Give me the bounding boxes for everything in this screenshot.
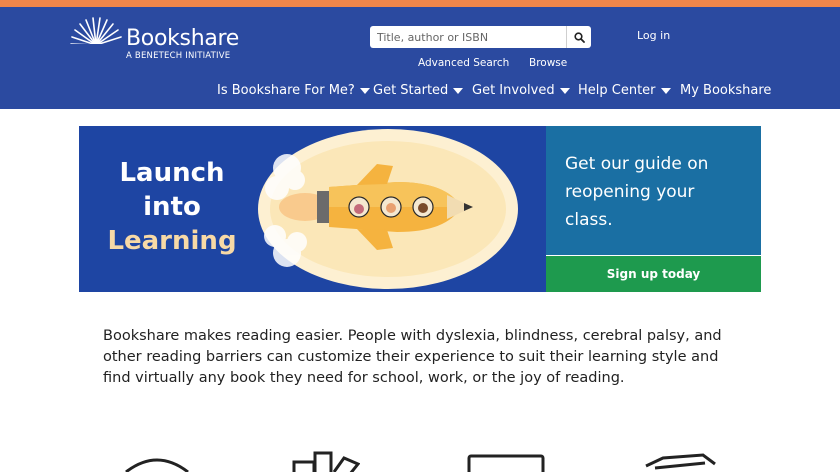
brand-name: Bookshare <box>126 26 240 51</box>
chevron-down-icon <box>660 88 671 94</box>
search-button[interactable] <box>566 26 591 48</box>
nav-label: Get Started <box>373 83 449 98</box>
pencil-rocket-illustration <box>258 129 518 289</box>
banner-line-3: Learning <box>107 226 237 256</box>
sign-up-button[interactable]: Sign up today <box>546 255 761 292</box>
nav-label: Help Center <box>578 83 656 98</box>
login-link[interactable]: Log in <box>637 29 670 42</box>
launch-into-learning-banner[interactable]: Launch into Learning <box>79 126 546 292</box>
banner-line-1: Launch <box>119 158 225 188</box>
intro-paragraph: Bookshare makes reading easier. People w… <box>103 328 722 386</box>
nav-my-bookshare[interactable]: My Bookshare <box>680 83 771 98</box>
nav-help-center[interactable]: Help Center <box>578 83 671 98</box>
chevron-down-icon <box>559 88 570 94</box>
site-header: Bookshare A BENETECH INITIATIVE Log in A… <box>0 7 840 109</box>
browse-link[interactable]: Browse <box>529 57 567 69</box>
nav-label: My Bookshare <box>680 83 772 98</box>
search-box <box>370 26 591 48</box>
bookshare-logo-link[interactable]: Bookshare A BENETECH INITIATIVE <box>68 17 240 61</box>
sunburst-logo-icon <box>68 17 124 47</box>
brand-tagline: A BENETECH INITIATIVE <box>126 51 231 61</box>
search-input[interactable] <box>370 26 566 48</box>
nav-label: Is Bookshare For Me? <box>217 83 355 98</box>
chevron-down-icon <box>453 88 464 94</box>
search-icon <box>573 31 585 43</box>
nav-get-started[interactable]: Get Started <box>373 83 464 98</box>
feature-icons-row <box>0 450 840 472</box>
nav-is-bookshare-for-me[interactable]: Is Bookshare For Me? <box>217 83 370 98</box>
circle-feature-icon <box>125 458 189 472</box>
advanced-search-link[interactable]: Advanced Search <box>418 57 509 69</box>
banner-line-2: into <box>143 192 201 222</box>
device-screen-icon <box>467 454 545 472</box>
banner-heading: Launch into Learning <box>79 156 265 258</box>
open-book-icon <box>645 453 716 470</box>
nav-get-involved[interactable]: Get Involved <box>472 83 570 98</box>
chevron-down-icon <box>359 88 370 94</box>
top-accent-stripe <box>0 0 840 7</box>
nav-label: Get Involved <box>472 83 555 98</box>
reopening-guide-promo[interactable]: Get our guide on reopening your class. <box>546 126 761 255</box>
books-stack-icon <box>292 451 360 472</box>
